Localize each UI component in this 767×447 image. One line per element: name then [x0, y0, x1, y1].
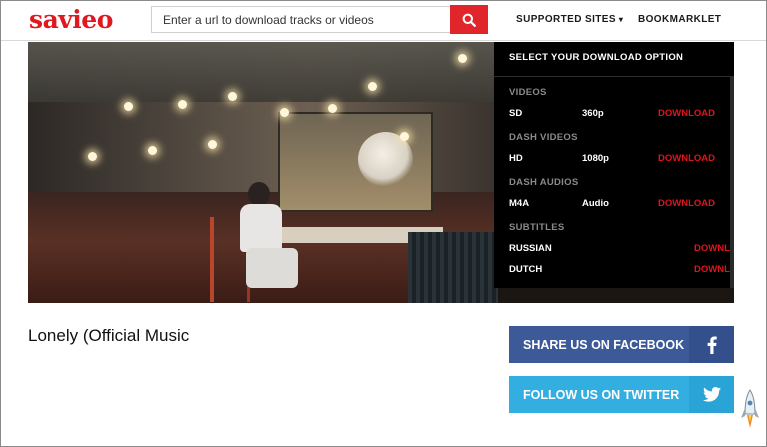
- section-dash-videos: DASH VIDEOS: [509, 132, 578, 143]
- panel-divider: [494, 76, 734, 77]
- twitter-icon: [689, 376, 734, 413]
- facebook-button-label: SHARE US ON FACEBOOK: [523, 337, 685, 352]
- nav-supported-sites-label: SUPPORTED SITES: [516, 14, 616, 25]
- nav-bookmarklet[interactable]: BOOKMARKLET: [638, 14, 721, 25]
- language-label: DUTCH: [509, 264, 543, 275]
- download-row-m4a: M4A Audio DOWNLOAD: [494, 198, 730, 212]
- download-link-russian[interactable]: DOWNL: [694, 243, 730, 254]
- twitter-button-label: FOLLOW US ON TWITTER: [523, 387, 680, 402]
- quality-label: 360p: [582, 108, 604, 119]
- nav-supported-sites[interactable]: SUPPORTED SITES ▾: [516, 14, 623, 25]
- quality-label: Audio: [582, 198, 609, 209]
- panel-scrollbar[interactable]: [730, 76, 734, 288]
- site-logo[interactable]: savieo: [29, 6, 113, 34]
- caret-down-icon: ▾: [618, 15, 624, 24]
- scene-bulb: [368, 82, 377, 91]
- facebook-icon: [689, 326, 734, 363]
- format-label: M4A: [509, 198, 530, 209]
- search-icon: [462, 13, 476, 27]
- download-link-dutch[interactable]: DOWNL: [694, 264, 730, 275]
- header: savieo SUPPORTED SITES▾ BOOKMARKLET: [1, 1, 766, 41]
- scene-ceiling: [28, 42, 494, 102]
- share-facebook-button[interactable]: SHARE US ON FACEBOOK: [509, 326, 734, 363]
- download-link-hd[interactable]: DOWNLOAD: [658, 153, 715, 164]
- language-label: RUSSIAN: [509, 243, 552, 254]
- download-row-dutch: DUTCH DOWNL: [494, 264, 730, 278]
- quality-label: 1080p: [582, 153, 609, 164]
- section-dash-audios: DASH AUDIOS: [509, 177, 579, 188]
- download-link-sd[interactable]: DOWNLOAD: [658, 108, 715, 119]
- scene-bulb: [458, 54, 467, 63]
- format-label: HD: [509, 153, 523, 164]
- song-title: Lonely (Official Music: [28, 326, 190, 345]
- panel-title: SELECT YOUR DOWNLOAD OPTION: [509, 52, 684, 63]
- download-row-hd: HD 1080p DOWNLOAD: [494, 153, 730, 167]
- download-row-sd: SD 360p DOWNLOAD: [494, 108, 730, 122]
- section-subtitles: SUBTITLES: [509, 222, 565, 233]
- scene-bulb: [228, 92, 237, 101]
- scene-bulb: [178, 100, 187, 109]
- search-input[interactable]: [151, 6, 451, 33]
- download-row-partial: ▬▬▬▬ ▬▬▬: [494, 284, 730, 288]
- partial-row-marker: ▬▬▬: [694, 284, 723, 288]
- follow-twitter-button[interactable]: FOLLOW US ON TWITTER: [509, 376, 734, 413]
- search-button[interactable]: [450, 5, 488, 34]
- scene-person: [228, 182, 303, 297]
- download-row-russian: RUSSIAN DOWNL: [494, 243, 730, 257]
- scene-bulb: [88, 152, 97, 161]
- scene-counter-base: [408, 232, 498, 303]
- scene-bulb: [148, 146, 157, 155]
- partial-row-marker: ▬▬▬▬: [509, 284, 547, 288]
- format-label: SD: [509, 108, 523, 119]
- section-videos: VIDEOS: [509, 87, 547, 98]
- scene-bulb: [328, 104, 337, 113]
- scene-bulb: [208, 140, 217, 149]
- download-link-m4a[interactable]: DOWNLOAD: [658, 198, 715, 209]
- scene-bulb: [124, 102, 133, 111]
- scene-bulb: [280, 108, 289, 117]
- scene-bulb: [400, 132, 409, 141]
- download-options-panel: SELECT YOUR DOWNLOAD OPTION VIDEOS SD 36…: [494, 42, 734, 288]
- rocket-icon[interactable]: [740, 388, 760, 438]
